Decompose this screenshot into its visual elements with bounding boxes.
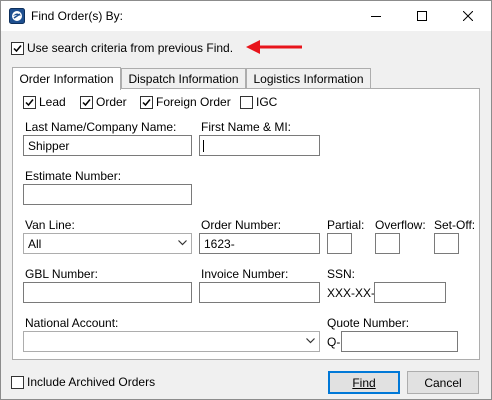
include-archived-checkbox[interactable] [11, 376, 24, 389]
quote-prefix: Q- [327, 335, 341, 349]
cancel-button-label: Cancel [424, 376, 462, 390]
estimate-number-label: Estimate Number: [25, 169, 122, 183]
order-information-panel: Lead Order Foreign Order IGC Last Name/C… [12, 88, 480, 360]
check-icon [13, 45, 22, 53]
previous-find-label: Use search criteria from previous Find. [27, 41, 234, 55]
find-button[interactable]: Find [328, 371, 400, 394]
last-name-label: Last Name/Company Name: [25, 120, 177, 134]
ssn-prefix: XXX-XX- [327, 286, 376, 300]
estimate-number-field[interactable] [23, 184, 192, 205]
find-orders-dialog: Find Order(s) By: Use search criteria fr… [0, 0, 492, 400]
overflow-label: Overflow: [375, 218, 426, 232]
title-bar: Find Order(s) By: [1, 1, 491, 31]
cancel-button[interactable]: Cancel [407, 371, 479, 394]
close-button[interactable] [445, 1, 491, 31]
last-name-field[interactable]: Shipper [23, 135, 192, 156]
lead-label: Lead [39, 95, 66, 109]
order-label: Order [96, 95, 127, 109]
van-line-select[interactable]: All [23, 233, 192, 254]
order-number-label: Order Number: [201, 218, 282, 232]
set-off-label: Set-Off: [434, 218, 476, 232]
order-checkbox[interactable] [80, 96, 93, 109]
igc-label: IGC [256, 95, 278, 109]
foreign-order-checkbox[interactable] [140, 96, 153, 109]
order-number-field[interactable]: 1623- [199, 233, 320, 254]
national-account-label: National Account: [25, 316, 119, 330]
partial-label: Partial: [327, 218, 365, 232]
text-cursor [203, 140, 204, 152]
red-arrow-annotation [246, 40, 302, 54]
overflow-field[interactable] [375, 233, 400, 254]
foreign-order-label: Foreign Order [156, 95, 231, 109]
lead-checkbox[interactable] [23, 96, 36, 109]
van-line-label: Van Line: [25, 218, 75, 232]
maximize-icon [417, 11, 427, 21]
ssn-label: SSN: [327, 267, 356, 281]
app-logo-icon [9, 8, 25, 24]
partial-field[interactable] [327, 233, 352, 254]
check-icon [142, 99, 151, 107]
window-title: Find Order(s) By: [31, 9, 124, 23]
tab-order-information[interactable]: Order Information [12, 67, 121, 90]
tab-logistics-information[interactable]: Logistics Information [246, 68, 371, 88]
close-icon [463, 11, 473, 21]
include-archived-label: Include Archived Orders [27, 375, 156, 389]
previous-find-checkbox[interactable] [11, 42, 24, 55]
gbl-number-label: GBL Number: [25, 267, 98, 281]
check-icon [82, 99, 91, 107]
first-name-field[interactable] [199, 135, 320, 156]
ssn-field[interactable] [374, 282, 446, 303]
check-icon [25, 99, 34, 107]
chevron-down-icon [178, 240, 187, 246]
national-account-select[interactable] [23, 331, 320, 352]
quote-number-field[interactable] [341, 331, 458, 352]
gbl-number-field[interactable] [23, 282, 192, 303]
find-button-label: Find [352, 376, 376, 390]
quote-number-label: Quote Number: [327, 316, 410, 330]
set-off-field[interactable] [434, 233, 459, 254]
first-name-label: First Name & MI: [201, 120, 292, 134]
maximize-button[interactable] [399, 1, 445, 31]
minimize-button[interactable] [353, 1, 399, 31]
igc-checkbox[interactable] [240, 96, 253, 109]
chevron-down-icon [306, 338, 315, 344]
tab-dispatch-information[interactable]: Dispatch Information [121, 68, 246, 88]
minimize-icon [371, 16, 381, 17]
invoice-number-label: Invoice Number: [201, 267, 289, 281]
invoice-number-field[interactable] [199, 282, 320, 303]
